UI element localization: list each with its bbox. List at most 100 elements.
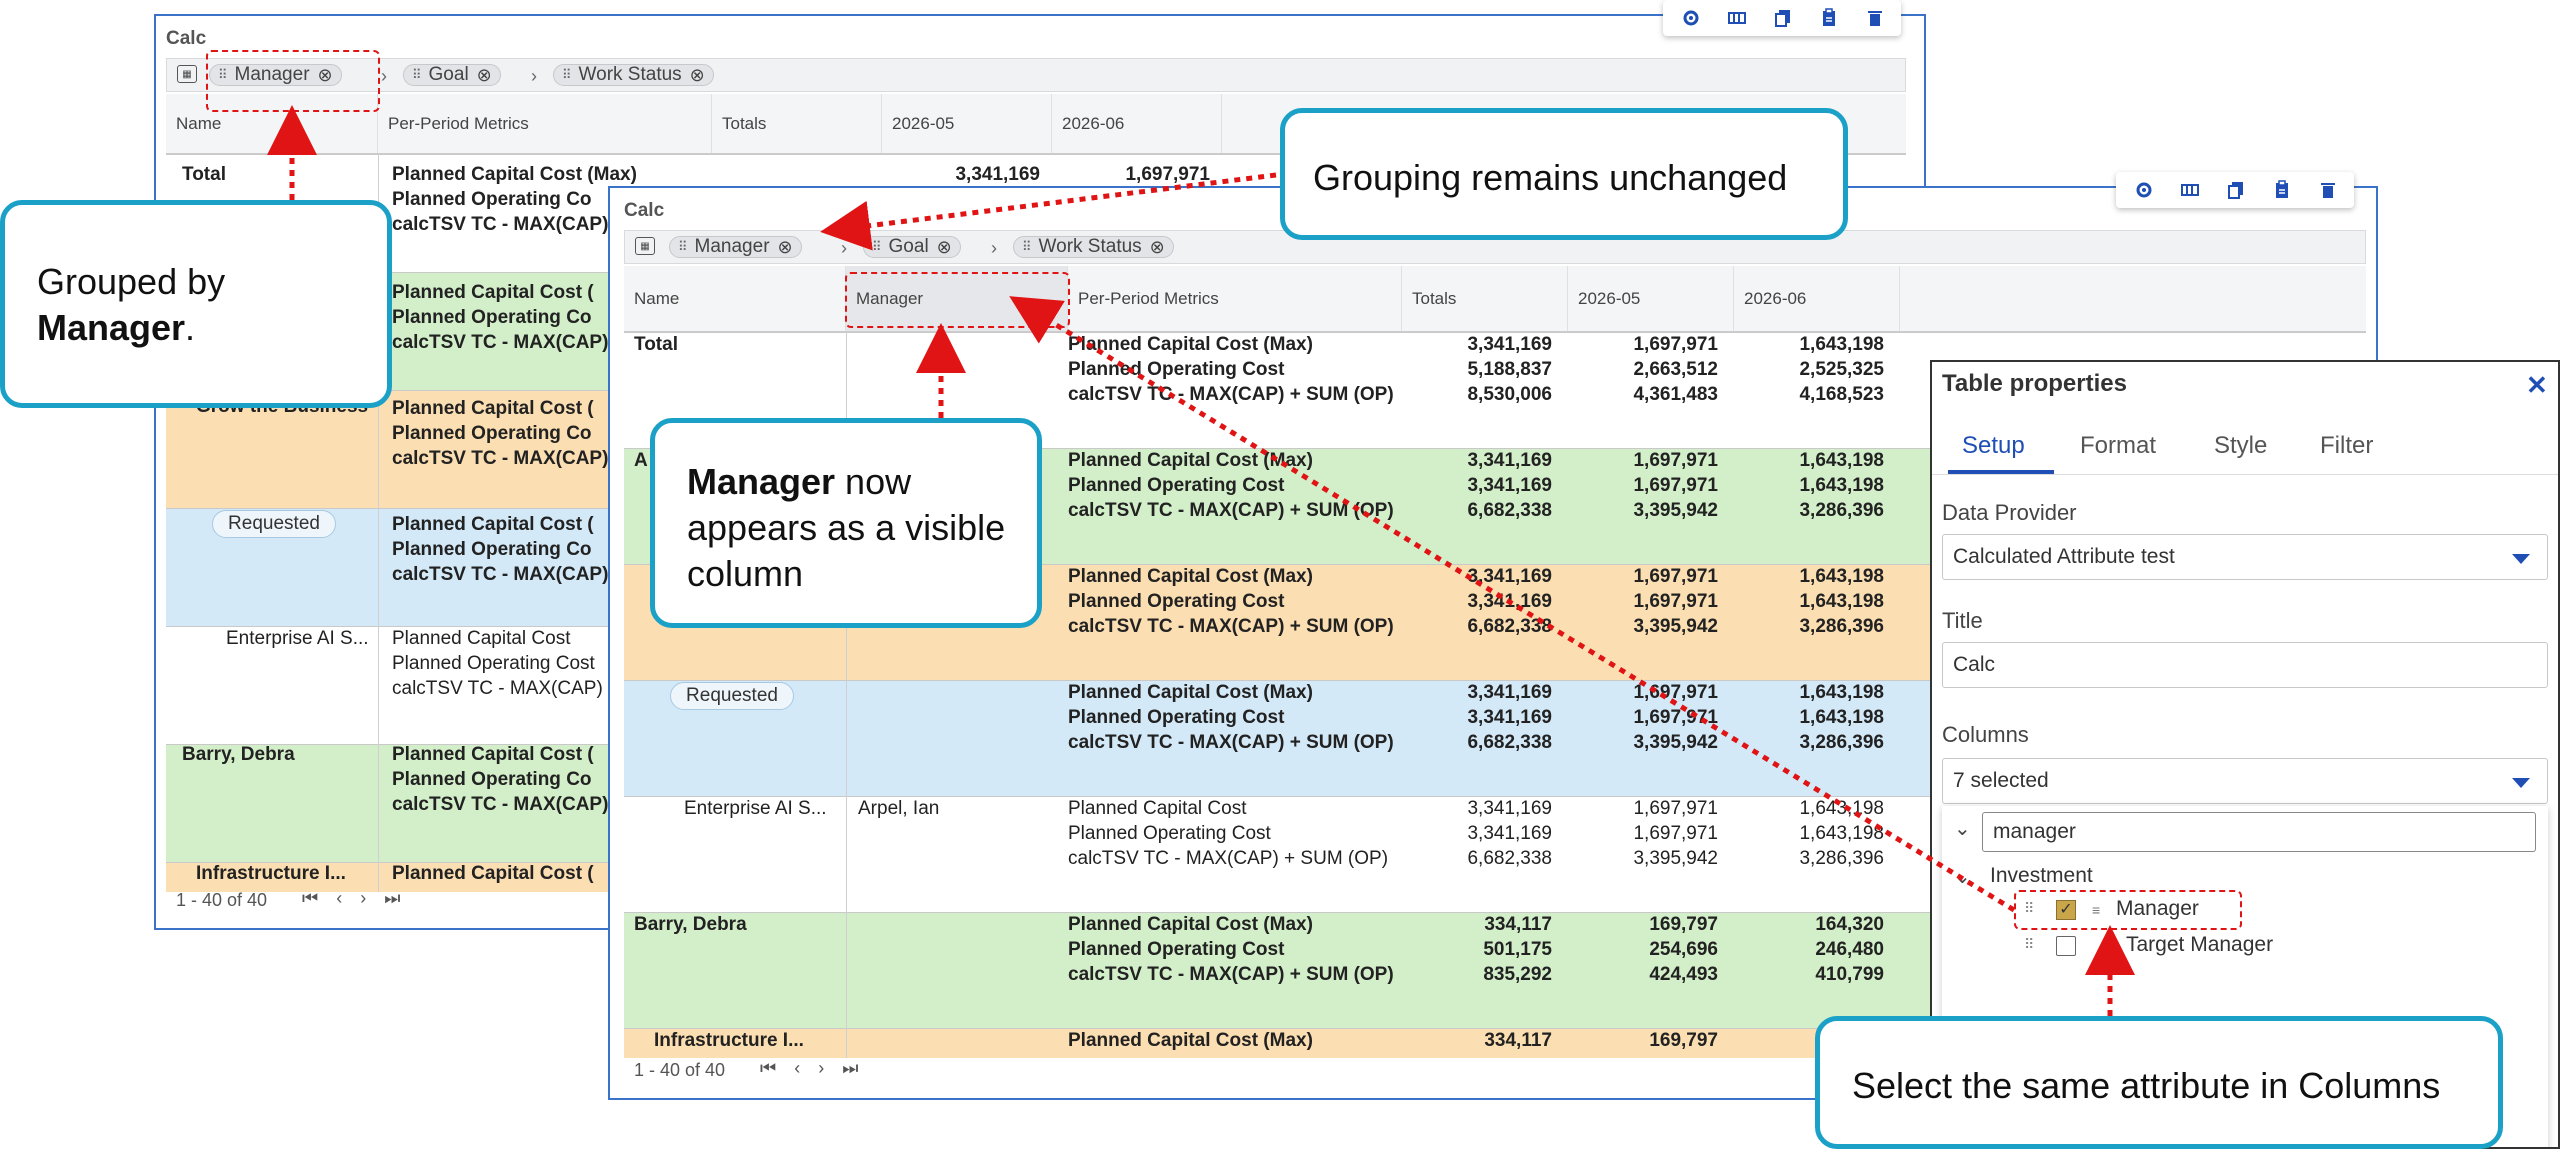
pagination-controls[interactable]: ⏮‹›⏭ [760, 1058, 876, 1079]
period-value: 1,643,198 [1799, 566, 1884, 587]
metric-label: Planned Capital Cost ( [392, 514, 594, 535]
group-label: Investment [1990, 864, 2093, 887]
total-value: 3,341,169 [1467, 707, 1552, 728]
period-value: 1,643,198 [1799, 475, 1884, 496]
status-badge: Requested [670, 682, 794, 710]
total-value: 1,697,971 [1125, 164, 1210, 185]
total-value: 6,682,338 [1467, 848, 1552, 869]
copy-icon[interactable] [1773, 8, 1793, 28]
tab-divider [1932, 474, 2558, 475]
period-value: 169,797 [1649, 1030, 1718, 1051]
metric-label: Planned Capital Cost ( [392, 744, 594, 765]
chevron-down-icon[interactable] [2512, 778, 2530, 788]
metric-label: Planned Operating Cost [1068, 591, 1285, 612]
project-name[interactable]: Enterprise AI S... [226, 626, 369, 651]
period-value: 3,286,396 [1799, 848, 1884, 869]
panel-title: Table properties [1942, 370, 2127, 397]
total-value: 6,682,338 [1467, 732, 1552, 753]
chevron-down-icon[interactable] [2512, 554, 2530, 564]
clipboard-icon[interactable] [1819, 8, 1839, 28]
pagination-label: 1 - 40 of 40 [634, 1060, 726, 1080]
columns-label: Columns [1942, 722, 2029, 747]
project-name: Infrastructure I... [196, 863, 346, 884]
remove-icon[interactable]: ⊗ [690, 65, 705, 86]
header-2026-06[interactable]: 2026-06 [1734, 266, 1900, 331]
group-chip-goal[interactable]: ⠿ Goal ⊗ [863, 236, 961, 258]
project-name[interactable]: Enterprise AI S... [684, 796, 827, 821]
columns-select[interactable]: 7 selected [1942, 758, 2548, 804]
remove-icon[interactable]: ⊗ [778, 237, 793, 258]
period-value: 1,697,971 [1633, 823, 1718, 844]
data-provider-select[interactable]: Calculated Attribute test [1942, 534, 2548, 580]
title-label: Title [1942, 608, 1983, 633]
metric-label: Planned Capital Cost (Max) [1068, 914, 1313, 935]
total-value: 3,341,169 [1467, 591, 1552, 612]
panel-title: Calc [624, 200, 665, 221]
header-per-period-metrics[interactable]: Per-Period Metrics [1068, 266, 1402, 331]
chevron-down-icon[interactable]: ⌄ [1954, 816, 1971, 841]
metric-label: Planned Operating Cost [1068, 939, 1285, 960]
close-icon[interactable]: ✕ [2526, 370, 2548, 401]
period-value: 3,286,396 [1799, 500, 1884, 521]
metric-label: calcTSV TC - MAX(CAP) + [392, 678, 620, 699]
header-2026-06[interactable]: 2026-06 [1052, 94, 1222, 153]
total-value: 6,682,338 [1467, 616, 1552, 637]
total-value: 3,341,169 [1467, 823, 1552, 844]
period-value: 3,395,942 [1633, 616, 1718, 637]
chevron-down-icon[interactable]: ⌄ [1954, 864, 1971, 889]
pagination-controls[interactable]: ⏮‹›⏭ [302, 888, 418, 909]
total-value: 3,341,169 [1467, 566, 1552, 587]
title-input[interactable]: Calc [1942, 642, 2548, 688]
total-value: 3,341,169 [1467, 682, 1552, 703]
metric-label: calcTSV TC - MAX(CAP) + SUM (OP) [1068, 732, 1394, 753]
header-per-period-metrics[interactable]: Per-Period Metrics [378, 94, 712, 153]
tab-filter[interactable]: Filter [2320, 432, 2373, 460]
period-value: 246,480 [1815, 939, 1884, 960]
remove-icon[interactable]: ⊗ [937, 237, 952, 258]
highlight-manager-chip-back [206, 50, 380, 112]
copy-icon[interactable] [2226, 180, 2246, 200]
columns-icon[interactable] [2180, 180, 2200, 200]
header-name[interactable]: Name [624, 266, 846, 331]
drag-handle-icon[interactable]: ⠿ [2024, 936, 2034, 953]
grouping-icon[interactable]: ▦ [177, 65, 197, 83]
metric-label: Planned Operating Co [392, 189, 592, 210]
total-label: Total [182, 164, 226, 185]
metric-label: Planned Capital Cost [1068, 798, 1247, 819]
header-2026-05[interactable]: 2026-05 [882, 94, 1052, 153]
chevron-right-icon: › [381, 66, 387, 86]
tab-setup[interactable]: Setup [1962, 432, 2025, 460]
header-totals[interactable]: Totals [712, 94, 882, 153]
manager-name: Barry, Debra [634, 914, 747, 935]
remove-icon[interactable]: ⊗ [1150, 237, 1165, 258]
tab-format[interactable]: Format [2080, 432, 2156, 460]
metric-label: Planned Operating Cost [1068, 359, 1285, 380]
group-chip-manager[interactable]: ⠿ Manager ⊗ [669, 236, 802, 258]
columns-search-input[interactable]: manager [1982, 812, 2536, 852]
delete-icon[interactable] [2318, 180, 2338, 200]
settings-icon[interactable] [1681, 8, 1701, 28]
delete-icon[interactable] [1865, 8, 1885, 28]
target-manager-checkbox[interactable] [2056, 936, 2076, 956]
remove-icon[interactable]: ⊗ [477, 65, 492, 86]
period-value: 1,697,971 [1633, 682, 1718, 703]
metric-label: calcTSV TC - MAX(CAP) [392, 332, 609, 353]
metric-label: calcTSV TC - MAX(CAP) [392, 214, 609, 235]
columns-icon[interactable] [1727, 8, 1747, 28]
period-value: 1,643,198 [1799, 707, 1884, 728]
group-chip-work-status[interactable]: ⠿ Work Status ⊗ [553, 64, 714, 86]
group-chip-goal[interactable]: ⠿ Goal ⊗ [403, 64, 501, 86]
period-value: 1,643,198 [1799, 450, 1884, 471]
chevron-right-icon: › [841, 238, 847, 258]
group-chip-work-status[interactable]: ⠿ Work Status ⊗ [1013, 236, 1174, 258]
clipboard-icon[interactable] [2272, 180, 2292, 200]
period-value: 4,361,483 [1633, 384, 1718, 405]
grouping-icon[interactable]: ▦ [635, 237, 655, 255]
header-totals[interactable]: Totals [1402, 266, 1568, 331]
panel-title: Calc [166, 28, 207, 49]
header-2026-05[interactable]: 2026-05 [1568, 266, 1734, 331]
highlight-manager-header [845, 272, 1070, 328]
tab-style[interactable]: Style [2214, 432, 2267, 460]
option-target-manager[interactable]: Target Manager [2126, 933, 2273, 957]
settings-icon[interactable] [2134, 180, 2154, 200]
